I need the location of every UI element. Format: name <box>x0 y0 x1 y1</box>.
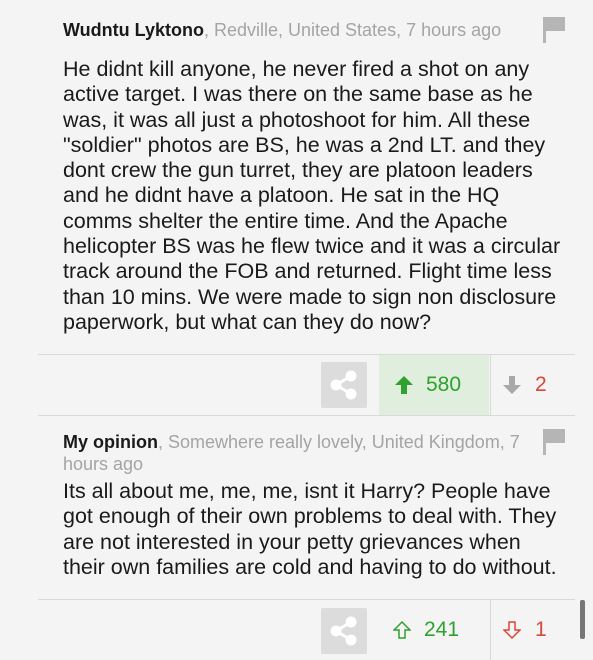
arrow-up-icon <box>395 376 413 394</box>
upvote-count: 241 <box>424 618 460 641</box>
share-icon <box>330 370 357 400</box>
comment-location-time: , Redville, United States, 7 hours ago <box>203 20 502 40</box>
upvote-count: 580 <box>426 373 462 396</box>
comment-actions: 241 1 <box>0 600 593 660</box>
flag-icon[interactable] <box>543 17 565 43</box>
flag-icon[interactable] <box>543 429 565 455</box>
comment-author[interactable]: My opinion <box>63 432 158 452</box>
share-icon <box>330 616 357 646</box>
comment-meta: My opinion, Somewhere really lovely, Uni… <box>63 431 533 475</box>
comment-author[interactable]: Wudntu Lyktono <box>63 20 204 40</box>
scrollbar[interactable] <box>580 600 585 639</box>
downvote-button[interactable]: 2 <box>491 355 575 415</box>
comment-body: Its all about me, me, me, isnt it Harry?… <box>63 479 557 579</box>
upvote-button[interactable]: 241 <box>379 600 489 660</box>
upvote-button[interactable]: 580 <box>379 355 489 415</box>
share-button[interactable] <box>321 608 367 654</box>
arrow-down-icon <box>503 621 521 639</box>
share-button[interactable] <box>321 362 367 408</box>
comment-actions: 580 2 <box>0 355 593 415</box>
comment-body: He didnt kill anyone, he never fired a s… <box>63 57 561 334</box>
divider <box>38 415 575 416</box>
arrow-up-icon <box>393 621 411 639</box>
downvote-button[interactable]: 1 <box>491 600 575 660</box>
downvote-count: 1 <box>535 618 547 641</box>
downvote-count: 2 <box>535 373 547 396</box>
arrow-down-icon <box>503 376 521 394</box>
comment-meta: Wudntu Lyktono, Redville, United States,… <box>63 19 501 41</box>
